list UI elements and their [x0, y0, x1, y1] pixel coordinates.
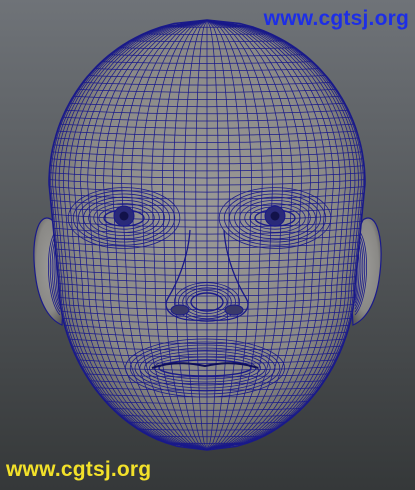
3d-viewport[interactable]: www.cgtsj.org www.cgtsj.org [0, 0, 415, 490]
right-pupil [270, 211, 280, 221]
head-wireframe-mesh[interactable] [0, 0, 415, 490]
left-pupil [119, 211, 129, 221]
left-nostril [170, 304, 190, 316]
watermark-top: www.cgtsj.org [263, 7, 409, 30]
watermark-bottom: www.cgtsj.org [6, 458, 152, 481]
right-nostril [224, 304, 244, 316]
